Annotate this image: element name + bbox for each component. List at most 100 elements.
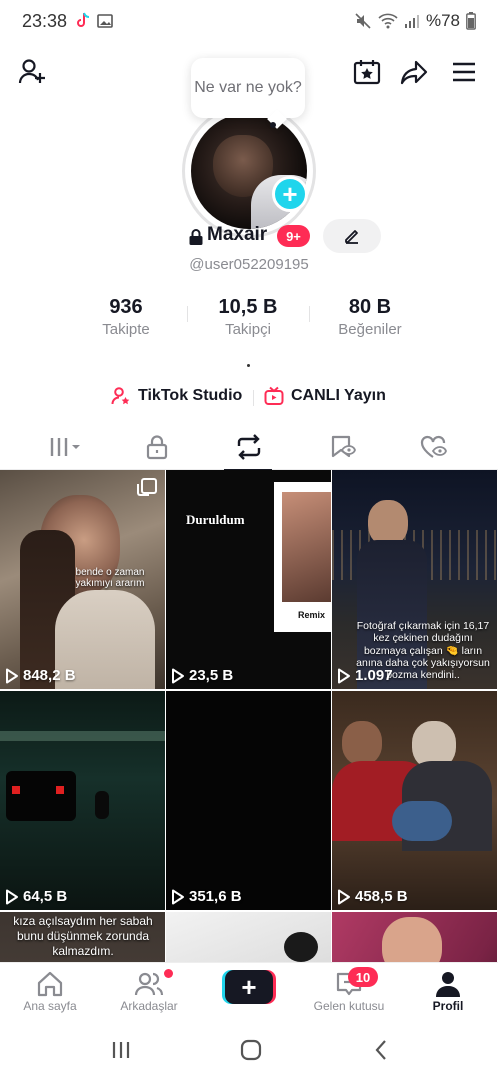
nav-profile[interactable]: Profil xyxy=(398,969,498,1013)
username-notification-badge[interactable]: 9+ xyxy=(277,225,310,247)
profile-stats: 936 Takipte 10,5 B Takipçi 80 B Beğenile… xyxy=(0,296,498,342)
system-navigation-bar xyxy=(0,1020,498,1080)
play-icon xyxy=(172,668,184,683)
status-time: 23:38 xyxy=(22,10,68,31)
video-thumbnail[interactable] xyxy=(166,912,331,962)
video-thumbnail[interactable] xyxy=(332,912,497,962)
mute-icon xyxy=(355,13,371,29)
live-link[interactable]: CANLI Yayın xyxy=(264,386,386,406)
gallery-notification-icon xyxy=(97,14,113,28)
stat-followers[interactable]: 10,5 B Takipçi xyxy=(188,296,308,338)
bubble-dot xyxy=(270,122,276,128)
calendar-star-icon[interactable] xyxy=(351,56,383,88)
profile-links: TikTok Studio CANLI Yayın xyxy=(0,386,498,410)
nav-friends-label: Arkadaşlar xyxy=(120,999,178,1013)
stat-likes-value: 80 B xyxy=(348,296,392,318)
video-caption: Duruldum xyxy=(186,512,245,527)
pencil-icon xyxy=(345,230,358,244)
nav-friends[interactable]: Arkadaşlar xyxy=(99,969,199,1013)
tab-liked[interactable] xyxy=(384,424,483,470)
tab-private[interactable] xyxy=(107,424,206,470)
profile-username: Maxair xyxy=(207,224,268,245)
status-bubble[interactable]: Ne var ne yok? xyxy=(191,58,305,118)
video-thumbnail[interactable]: 458,5 B xyxy=(332,691,497,910)
view-count: 458,5 B xyxy=(337,888,408,905)
nav-profile-label: Profil xyxy=(432,999,464,1013)
share-icon[interactable] xyxy=(398,56,430,88)
add-story-button[interactable]: + xyxy=(272,176,308,212)
play-icon xyxy=(6,668,18,683)
battery-percent: %78 xyxy=(425,11,460,30)
play-icon xyxy=(338,889,350,904)
video-thumbnail[interactable]: Duruldum Remix 23,5 B xyxy=(166,470,331,689)
tiktok-studio-link[interactable]: TikTok Studio xyxy=(111,386,242,406)
home-icon xyxy=(37,971,63,997)
home-button-icon[interactable] xyxy=(236,1038,266,1062)
recent-apps-icon[interactable] xyxy=(106,1038,136,1062)
tab-videos[interactable] xyxy=(16,424,115,470)
inbox-badge: 10 xyxy=(348,967,378,987)
tab-reposts[interactable] xyxy=(199,424,298,471)
view-count: 23,5 B xyxy=(171,667,233,684)
play-icon xyxy=(172,889,184,904)
friends-icon xyxy=(134,972,164,996)
live-label: CANLI Yayın xyxy=(291,387,386,404)
remix-label: Remix xyxy=(298,610,326,620)
battery-icon xyxy=(466,12,476,30)
plus-icon: + xyxy=(225,970,273,1004)
lock-icon xyxy=(146,435,167,460)
stat-following-value: 936 xyxy=(109,296,143,318)
stat-followers-label: Takipçi xyxy=(225,321,271,338)
play-icon xyxy=(6,889,18,904)
nav-inbox-label: Gelen kutusu xyxy=(313,999,385,1013)
signal-icon xyxy=(404,15,419,28)
video-thumbnail[interactable]: 64,5 B xyxy=(0,691,165,910)
stat-likes-label: Beğeniler xyxy=(338,321,402,338)
live-tv-icon xyxy=(264,386,284,405)
name-row: Maxair 9+ xyxy=(0,219,498,253)
content-tabs xyxy=(0,424,498,471)
menu-icon[interactable] xyxy=(448,56,480,88)
friends-notification-dot xyxy=(164,969,173,978)
status-bubble-text: Ne var ne yok? xyxy=(194,79,302,96)
profile-icon xyxy=(436,972,460,997)
stat-followers-value: 10,5 B xyxy=(218,296,278,318)
multi-image-icon xyxy=(137,478,157,496)
person-star-icon xyxy=(111,387,130,405)
video-caption: kıza açılsaydım her sabah bunu düşünmek … xyxy=(13,914,153,958)
edit-profile-button[interactable] xyxy=(323,219,381,253)
status-bar: 23:38 %78 xyxy=(0,0,498,42)
bio-dot xyxy=(247,364,250,367)
video-thumbnail[interactable]: bende o zaman yakımıyı ararım 848,2 B xyxy=(0,470,165,689)
video-thumbnail[interactable]: 351,6 B xyxy=(166,691,331,910)
stat-following-label: Takipte xyxy=(102,321,150,338)
create-button[interactable]: + xyxy=(222,970,276,1004)
saved-hidden-icon xyxy=(331,435,356,458)
nav-home[interactable]: Ana sayfa xyxy=(0,969,100,1013)
video-thumbnail[interactable]: kıza açılsaydım her sabah bunu düşünmek … xyxy=(0,912,165,962)
profile-handle: @user052209195 xyxy=(189,256,309,273)
view-count: 351,6 B xyxy=(171,888,242,905)
grid-sort-icon xyxy=(50,438,80,456)
view-count: 64,5 B xyxy=(5,888,67,905)
wifi-icon xyxy=(378,13,398,29)
video-grid: bende o zaman yakımıyı ararım 848,2 B Du… xyxy=(0,470,498,962)
tab-saved[interactable] xyxy=(292,424,391,470)
nav-home-label: Ana sayfa xyxy=(23,999,77,1013)
video-caption: bende o zaman yakımıyı ararım xyxy=(75,567,145,589)
tiktok-notification-icon xyxy=(77,12,90,27)
view-count: 848,2 B xyxy=(5,667,76,684)
add-friend-icon[interactable] xyxy=(16,56,48,88)
video-thumbnail[interactable]: Fotoğraf çıkarmak için 16,17 kez çekinen… xyxy=(332,470,497,689)
bottom-navigation: Ana sayfa Arkadaşlar + Gelen kutusu 10 P… xyxy=(0,962,498,1020)
tiktok-studio-label: TikTok Studio xyxy=(138,387,243,404)
back-icon[interactable] xyxy=(366,1038,396,1062)
liked-hidden-icon xyxy=(420,435,447,458)
private-lock-icon xyxy=(189,229,203,245)
play-icon xyxy=(338,668,350,683)
view-count: 1.097 xyxy=(337,667,393,684)
stat-likes[interactable]: 80 B Beğeniler xyxy=(310,296,430,338)
repost-icon xyxy=(237,434,260,460)
stat-following[interactable]: 936 Takipte xyxy=(66,296,186,338)
tiktok-profile-screen: 23:38 %78 + Ne var ne yok? Maxair 9+ @us… xyxy=(0,0,498,1080)
